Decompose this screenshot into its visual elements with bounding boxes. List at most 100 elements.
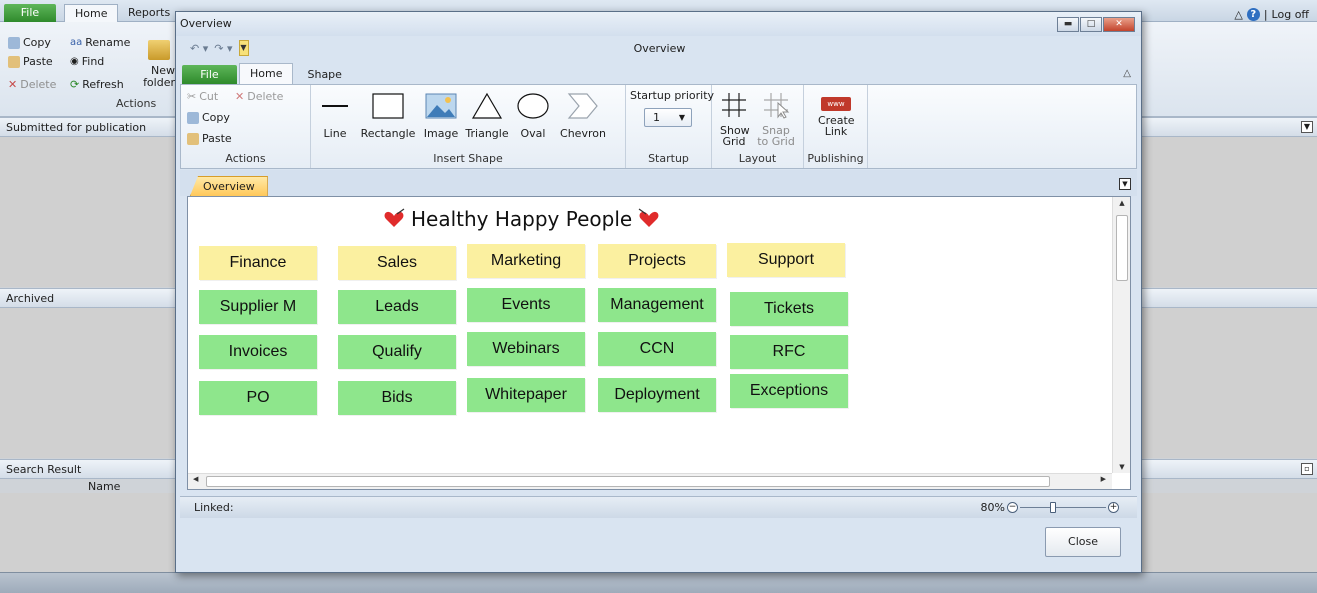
note-management[interactable]: Management <box>598 288 716 322</box>
triangle-icon <box>471 92 503 119</box>
window-title: Overview <box>180 17 232 30</box>
close-button[interactable]: Close <box>1045 527 1121 557</box>
tab-reports[interactable]: Reports <box>118 4 180 22</box>
collapse-ribbon-icon[interactable]: △ <box>1234 8 1242 21</box>
vertical-scrollbar[interactable]: ▲ ▼ <box>1112 197 1130 473</box>
diagram-canvas[interactable]: Healthy Happy People Finance Supplier M … <box>188 197 1112 473</box>
note-whitepaper[interactable]: Whitepaper <box>467 378 585 412</box>
note-exceptions[interactable]: Exceptions <box>730 374 848 408</box>
line-button[interactable]: Line <box>317 91 353 140</box>
chevron-label: Chevron <box>560 127 606 140</box>
cut-button[interactable]: ✂ Cut <box>187 90 218 103</box>
note-po[interactable]: PO <box>199 381 317 415</box>
window-title-bar[interactable]: Overview ▬ □ ✕ <box>176 12 1141 36</box>
refresh-button[interactable]: ⟳ Refresh <box>70 78 124 91</box>
find-button[interactable]: ◉ Find <box>70 55 104 68</box>
document-tab-bar: Overview ▼ <box>180 170 1137 196</box>
canvas-title[interactable]: Healthy Happy People <box>383 207 660 231</box>
top-right-controls: △ ? | Log off <box>1234 8 1309 21</box>
refresh-label: Refresh <box>82 78 124 91</box>
maximize-button[interactable]: □ <box>1080 17 1102 32</box>
delete-button[interactable]: ✕ Delete <box>235 90 283 103</box>
tab-file[interactable]: File <box>182 65 237 84</box>
insert-shape-group-label: Insert Shape <box>433 152 503 165</box>
tab-home[interactable]: Home <box>64 4 119 22</box>
note-events[interactable]: Events <box>467 288 585 322</box>
collapse-ribbon-icon[interactable]: △ <box>1123 68 1131 79</box>
rename-button[interactable]: aa Rename <box>70 36 130 49</box>
vertical-scroll-thumb[interactable] <box>1116 215 1128 281</box>
delete-label: Delete <box>247 90 284 103</box>
new-folder-icon[interactable] <box>148 40 170 60</box>
paste-label: Paste <box>23 55 53 68</box>
image-icon <box>425 93 457 119</box>
paste-button[interactable]: Paste <box>8 55 53 68</box>
note-leads[interactable]: Leads <box>338 290 456 324</box>
delete-button[interactable]: ✕ Delete <box>8 78 56 91</box>
delete-icon: ✕ <box>235 90 245 103</box>
note-qualify[interactable]: Qualify <box>338 335 456 369</box>
panel-dropdown-icon[interactable]: ▼ <box>1301 121 1313 133</box>
copy-button[interactable]: Copy <box>8 36 51 49</box>
zoom-out-icon[interactable]: − <box>1007 502 1018 513</box>
log-off-link[interactable]: Log off <box>1272 8 1309 21</box>
note-tickets[interactable]: Tickets <box>730 292 848 326</box>
note-support[interactable]: Support <box>727 243 845 277</box>
horizontal-scroll-thumb[interactable] <box>206 476 1050 487</box>
note-ccn[interactable]: CCN <box>598 332 716 366</box>
snap-to-grid-button[interactable]: Snap to Grid <box>756 91 796 147</box>
status-bar: Linked: 80% − + <box>180 496 1137 518</box>
zoom-slider-knob[interactable] <box>1050 502 1056 513</box>
note-sales[interactable]: Sales <box>338 246 456 280</box>
show-grid-button[interactable]: Show Grid <box>718 91 750 147</box>
layout-group: Show Grid Snap to Grid Layout <box>712 85 804 168</box>
chevron-button[interactable]: Chevron <box>559 91 607 140</box>
oval-icon <box>517 93 549 119</box>
document-tab-overview[interactable]: Overview <box>190 176 268 196</box>
triangle-button[interactable]: Triangle <box>465 91 509 140</box>
new-folder-label[interactable]: New folder <box>139 65 175 89</box>
oval-button[interactable]: Oval <box>515 91 551 140</box>
document-list-dropdown-icon[interactable]: ▼ <box>1119 178 1131 190</box>
create-link-button[interactable]: www Create Link <box>808 91 864 137</box>
note-deployment[interactable]: Deployment <box>598 378 716 412</box>
diagram-canvas-frame: Healthy Happy People Finance Supplier M … <box>187 196 1131 490</box>
note-marketing[interactable]: Marketing <box>467 244 585 278</box>
note-projects[interactable]: Projects <box>598 244 716 278</box>
chevron-down-icon: ▼ <box>678 113 685 122</box>
image-button[interactable]: Image <box>421 91 461 140</box>
tab-home[interactable]: Home <box>239 63 294 84</box>
minimize-button[interactable]: ▬ <box>1057 17 1079 32</box>
copy-button[interactable]: Copy <box>187 111 230 124</box>
startup-priority-select[interactable]: 1 ▼ <box>644 108 692 127</box>
publishing-group-label: Publishing <box>807 152 864 165</box>
help-icon[interactable]: ? <box>1246 8 1260 21</box>
rectangle-button[interactable]: Rectangle <box>359 91 417 140</box>
paste-button[interactable]: Paste <box>187 132 232 145</box>
zoom-slider[interactable] <box>1020 502 1106 513</box>
scroll-up-icon[interactable]: ▲ <box>1113 199 1131 207</box>
panel-minimize-icon[interactable]: ▫ <box>1301 463 1313 475</box>
scroll-right-icon[interactable]: ▶ <box>1101 475 1106 483</box>
zoom-in-icon[interactable]: + <box>1108 502 1119 513</box>
tab-shape[interactable]: Shape <box>295 65 353 84</box>
publishing-group: www Create Link Publishing <box>804 85 868 168</box>
paste-icon <box>8 55 20 68</box>
rename-icon: aa <box>70 37 83 48</box>
search-column-name[interactable]: Name <box>88 480 120 493</box>
scroll-left-icon[interactable]: ◀ <box>193 475 198 483</box>
note-rfc[interactable]: RFC <box>730 335 848 369</box>
close-window-button[interactable]: ✕ <box>1103 17 1135 32</box>
note-finance[interactable]: Finance <box>199 246 317 280</box>
bottom-status-strip <box>0 572 1317 593</box>
actions-group-label: Actions <box>225 152 266 165</box>
note-supplier-m[interactable]: Supplier M <box>199 290 317 324</box>
scroll-down-icon[interactable]: ▼ <box>1113 463 1131 471</box>
tab-file[interactable]: File <box>4 4 56 22</box>
actions-group: ✂ Cut ✕ Delete Copy Paste Actions <box>181 85 311 168</box>
startup-group-label: Startup <box>648 152 689 165</box>
note-bids[interactable]: Bids <box>338 381 456 415</box>
horizontal-scrollbar[interactable]: ◀ ▶ <box>188 473 1112 489</box>
note-webinars[interactable]: Webinars <box>467 332 585 366</box>
note-invoices[interactable]: Invoices <box>199 335 317 369</box>
